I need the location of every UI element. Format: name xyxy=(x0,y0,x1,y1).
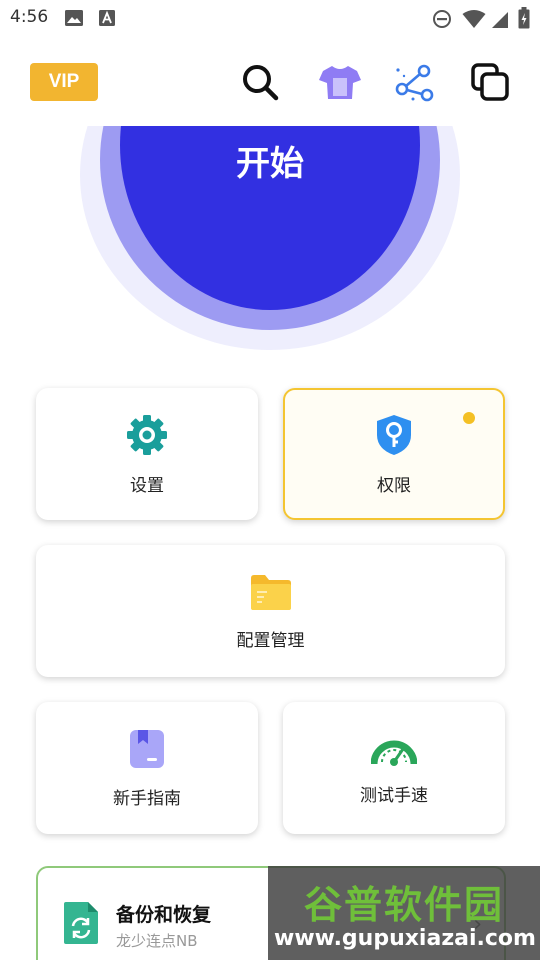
site-watermark: 谷普软件园 www.gupuxiazai.com xyxy=(268,866,540,960)
permission-label: 权限 xyxy=(377,475,411,496)
backup-subtitle: 龙少连点NB xyxy=(116,932,198,950)
shield-key-icon xyxy=(374,413,414,461)
speed-test-label: 测试手速 xyxy=(360,785,428,806)
settings-card[interactable]: 设置 xyxy=(36,388,258,520)
start-area: 开始 xyxy=(0,126,540,366)
gear-icon xyxy=(125,413,169,461)
speedometer-icon xyxy=(370,731,418,771)
font-notification-icon xyxy=(98,9,116,31)
guide-card[interactable]: 新手指南 xyxy=(36,702,258,834)
speed-test-card[interactable]: 测试手速 xyxy=(283,702,505,834)
image-notification-icon xyxy=(64,9,84,31)
backup-file-icon xyxy=(62,900,100,950)
search-icon[interactable] xyxy=(236,58,284,106)
signal-icon xyxy=(490,9,510,33)
config-management-label: 配置管理 xyxy=(236,630,305,651)
multi-window-icon[interactable] xyxy=(466,58,514,106)
notification-dot xyxy=(463,412,475,424)
status-time: 4:56 xyxy=(10,7,49,27)
folder-icon xyxy=(249,572,293,616)
wifi-icon xyxy=(462,9,486,33)
settings-label: 设置 xyxy=(130,475,164,496)
watermark-url: www.gupuxiazai.com xyxy=(274,926,536,951)
share-icon[interactable] xyxy=(390,58,438,106)
status-bar: 4:56 xyxy=(0,0,540,36)
permission-card[interactable]: 权限 xyxy=(283,388,505,520)
config-management-card[interactable]: 配置管理 xyxy=(36,545,505,677)
start-label[interactable]: 开始 xyxy=(120,136,420,185)
watermark-title: 谷普软件园 xyxy=(303,883,504,927)
do-not-disturb-icon xyxy=(432,9,452,33)
battery-icon xyxy=(518,7,530,33)
book-icon xyxy=(127,728,167,774)
guide-label: 新手指南 xyxy=(113,788,181,809)
app-screen: 4:56 VIP 开始 设置 权限 配置管理 新手指南 测试手速 备份和恢复 龙… xyxy=(0,0,540,960)
backup-title: 备份和恢复 xyxy=(116,904,212,926)
theme-shirt-icon[interactable] xyxy=(316,58,364,106)
vip-button[interactable]: VIP xyxy=(30,63,98,101)
